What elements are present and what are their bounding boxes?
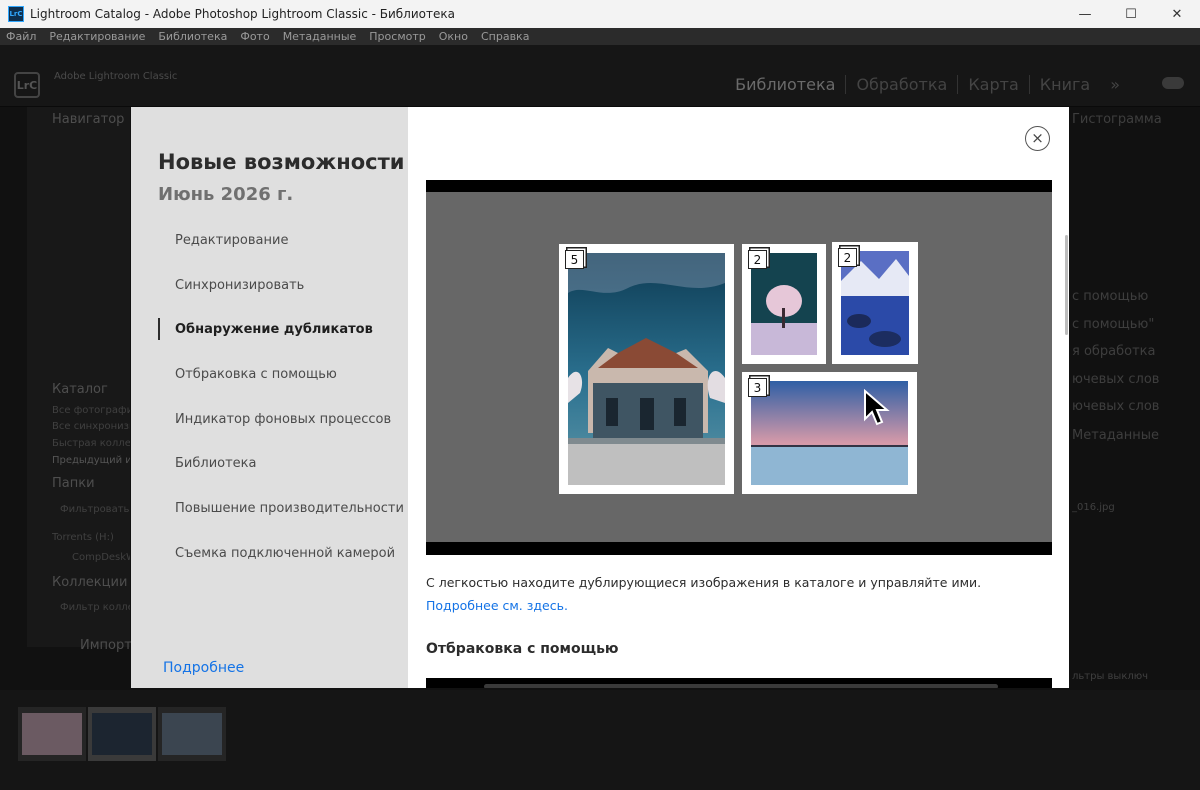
filename-label: _016.jpg	[1072, 502, 1115, 513]
metadata-panel-header[interactable]: Метаданные	[1072, 428, 1159, 443]
more-modules-icon[interactable]: »	[1100, 75, 1130, 94]
navigator-panel-header[interactable]: Навигатор	[52, 112, 124, 132]
window-controls: — ☐ ✕	[1062, 0, 1200, 28]
menu-file[interactable]: Файл	[6, 30, 36, 43]
dialog-sidebar: Новые возможности Июнь 2026 г. Редактиро…	[131, 107, 408, 688]
stack-count-badge: 2	[838, 248, 857, 267]
catalog-item[interactable]: Все фотографии	[52, 405, 130, 416]
module-develop[interactable]: Обработка	[845, 75, 957, 94]
feature-nav-item-editing[interactable]: Редактирование	[158, 229, 408, 274]
folder-item[interactable]: CompDeskW	[72, 552, 130, 563]
window-titlebar: LrC Lightroom Catalog - Adobe Photoshop …	[0, 0, 1200, 28]
close-window-button[interactable]: ✕	[1154, 0, 1200, 28]
dialog-release-date: Июнь 2026 г.	[158, 184, 294, 205]
window-title: Lightroom Catalog - Adobe Photoshop Ligh…	[30, 7, 455, 21]
module-book[interactable]: Книга	[1028, 75, 1100, 94]
feature-nav-item-background-indicator[interactable]: Индикатор фоновых процессов	[158, 408, 408, 453]
menu-metadata[interactable]: Метаданные	[283, 30, 357, 43]
collections-panel-header[interactable]: Коллекции	[52, 575, 127, 595]
next-feature-heading: Отбраковка с помощью	[426, 641, 619, 657]
right-panel-item[interactable]: ючевых слов	[1072, 399, 1159, 414]
feature-nav-item-sync[interactable]: Синхронизировать	[158, 274, 408, 319]
mouse-cursor-icon	[864, 389, 890, 426]
import-button[interactable]: Импорт	[80, 638, 132, 658]
brand-name: Adobe Lightroom Classic	[54, 71, 178, 82]
right-panel-item[interactable]: с помощью"	[1072, 317, 1154, 332]
menu-help[interactable]: Справка	[481, 30, 529, 43]
feature-nav-item-performance[interactable]: Повышение производительности	[158, 497, 408, 542]
feature-nav-item-assisted-culling[interactable]: Отбраковка с помощью	[158, 363, 408, 408]
dialog-title: Новые возможности	[158, 150, 405, 174]
video-frame: 5 2 2 3	[426, 192, 1052, 542]
temple-photo	[568, 253, 725, 485]
stack-count-badge: 5	[565, 250, 584, 269]
menu-edit[interactable]: Редактирование	[49, 30, 145, 43]
right-panel-item[interactable]: ючевых слов	[1072, 372, 1159, 387]
content-scrollbar[interactable]	[1065, 235, 1068, 335]
menu-photo[interactable]: Фото	[240, 30, 269, 43]
menu-view[interactable]: Просмотр	[369, 30, 425, 43]
lightroom-app-icon: LrC	[8, 6, 24, 22]
catalog-panel-header[interactable]: Каталог	[52, 382, 108, 402]
feature-nav-item-tethered-capture[interactable]: Съемка подключенной камерой	[158, 542, 408, 587]
histogram-panel-header[interactable]: Гистограмма	[1072, 112, 1162, 127]
cloud-sync-icon[interactable]	[1162, 77, 1184, 89]
close-dialog-button[interactable]: ×	[1025, 126, 1050, 151]
menu-window[interactable]: Окно	[439, 30, 468, 43]
folders-panel-header[interactable]: Папки	[52, 476, 95, 496]
folder-filter-input[interactable]: Фильтровать па	[60, 504, 130, 515]
left-panel	[27, 107, 130, 647]
catalog-item[interactable]: Быстрая коллекц	[52, 438, 130, 449]
module-library[interactable]: Библиотека	[725, 75, 845, 94]
photo-stack-card: 2	[832, 242, 918, 364]
feature-nav: Редактирование Синхронизировать Обнаруже…	[158, 229, 408, 587]
identity-plate: LrC Adobe Lightroom Classic Библиотека О…	[0, 45, 1200, 107]
stack-count-badge: 2	[748, 250, 767, 269]
feature-details-link[interactable]: Подробнее см. здесь.	[426, 598, 568, 613]
filters-status[interactable]: льтры выключ	[1072, 671, 1148, 682]
right-panel-item[interactable]: с помощью	[1072, 289, 1148, 304]
collection-filter-input[interactable]: Фильтр коллекц	[60, 602, 130, 613]
maximize-button[interactable]: ☐	[1108, 0, 1154, 28]
right-panel-item[interactable]: я обработка	[1072, 344, 1156, 359]
feature-nav-item-library[interactable]: Библиотека	[158, 452, 408, 497]
feature-description: С легкостью находите дублирующиеся изобр…	[426, 575, 982, 590]
feature-video[interactable]: 5 2 2 3	[426, 180, 1052, 555]
filmstrip-thumbnail[interactable]	[18, 707, 86, 761]
feature-nav-item-duplicate-detection[interactable]: Обнаружение дубликатов	[158, 318, 408, 363]
filmstrip-thumbnail[interactable]	[88, 707, 156, 761]
next-feature-video[interactable]	[426, 678, 1052, 688]
module-map[interactable]: Карта	[957, 75, 1028, 94]
filmstrip-thumbnail[interactable]	[158, 707, 226, 761]
learn-more-link[interactable]: Подробнее	[163, 660, 244, 676]
photo-stack-card: 5	[559, 244, 734, 494]
module-picker: Библиотека Обработка Карта Книга »	[725, 75, 1130, 94]
menu-library[interactable]: Библиотека	[158, 30, 227, 43]
catalog-item[interactable]: Предыдущий им	[52, 455, 130, 466]
drive-item[interactable]: Torrents (H:)	[52, 532, 130, 543]
dialog-content: × 5 2 2 3 С легкостью находите дублирующ…	[408, 107, 1069, 688]
stack-count-badge: 3	[748, 378, 767, 397]
whats-new-dialog: Новые возможности Июнь 2026 г. Редактиро…	[131, 107, 1069, 688]
photo-stack-card: 2	[742, 244, 826, 364]
catalog-item[interactable]: Все синхронизи	[52, 421, 130, 432]
menu-bar: Файл Редактирование Библиотека Фото Мета…	[0, 28, 1200, 45]
lrc-logo: LrC	[14, 72, 40, 98]
minimize-button[interactable]: —	[1062, 0, 1108, 28]
